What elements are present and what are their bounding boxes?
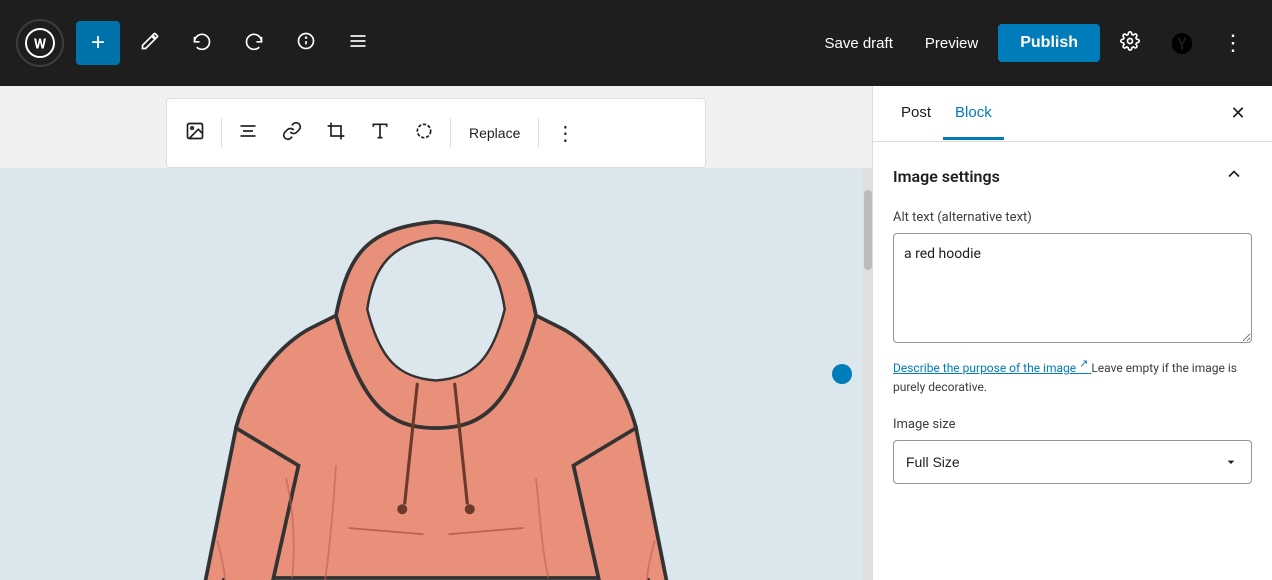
pen-tool-button[interactable] bbox=[128, 21, 172, 65]
info-icon bbox=[296, 31, 316, 56]
top-toolbar: W + Save draft Preview Publ bbox=[0, 0, 1272, 86]
list-icon bbox=[348, 31, 368, 56]
hoodie-image bbox=[186, 178, 686, 580]
undo-icon bbox=[192, 31, 212, 56]
toolbar-divider-1 bbox=[221, 118, 222, 148]
image-size-select[interactable]: Thumbnail Medium Large Full Size bbox=[893, 440, 1252, 484]
right-panel: Post Block ✕ Image settings bbox=[872, 86, 1272, 580]
replace-button[interactable]: Replace bbox=[457, 117, 532, 149]
image-canvas[interactable] bbox=[0, 168, 872, 580]
more-image-options-button[interactable]: ⋮ bbox=[545, 113, 585, 153]
image-size-label: Image size bbox=[893, 417, 1252, 432]
text-overlay-button[interactable] bbox=[360, 113, 400, 153]
link-icon bbox=[282, 121, 302, 146]
yoast-button[interactable]: 🅨 bbox=[1160, 21, 1204, 65]
resize-handle[interactable] bbox=[832, 364, 852, 384]
save-draft-button[interactable]: Save draft bbox=[812, 27, 904, 60]
external-link-icon: ↗ bbox=[1079, 357, 1088, 370]
scrollbar[interactable] bbox=[862, 168, 872, 580]
image-settings-title: Image settings bbox=[893, 167, 1000, 186]
selection-button[interactable] bbox=[404, 113, 444, 153]
close-icon: ✕ bbox=[1230, 103, 1245, 124]
more-options-button[interactable]: ⋮ bbox=[1212, 21, 1256, 65]
add-block-button[interactable]: + bbox=[76, 21, 120, 65]
ellipsis-icon: ⋮ bbox=[1222, 30, 1246, 56]
redo-icon bbox=[244, 31, 264, 56]
helper-link-text: Describe the purpose of the image bbox=[893, 361, 1076, 375]
link-button[interactable] bbox=[272, 113, 312, 153]
image-icon-button[interactable] bbox=[175, 113, 215, 153]
info-button[interactable] bbox=[284, 21, 328, 65]
replace-label: Replace bbox=[469, 125, 520, 141]
image-icon bbox=[185, 121, 205, 146]
chevron-up-icon bbox=[1224, 164, 1244, 189]
preview-button[interactable]: Preview bbox=[913, 27, 990, 60]
align-center-icon bbox=[238, 121, 258, 146]
alt-text-field-container: Alt text (alternative text) Describe the… bbox=[893, 210, 1252, 397]
pen-icon bbox=[140, 31, 160, 56]
main-area: Replace ⋮ bbox=[0, 86, 1272, 580]
plus-icon: + bbox=[91, 31, 105, 55]
crop-icon bbox=[326, 121, 346, 146]
crop-button[interactable] bbox=[316, 113, 356, 153]
svg-text:W: W bbox=[34, 36, 47, 52]
post-tab-label: Post bbox=[901, 104, 931, 121]
selection-icon bbox=[414, 121, 434, 146]
settings-button[interactable] bbox=[1108, 21, 1152, 65]
image-settings-header: Image settings bbox=[893, 158, 1252, 194]
gear-icon bbox=[1120, 31, 1140, 56]
list-view-button[interactable] bbox=[336, 21, 380, 65]
preview-label: Preview bbox=[925, 35, 978, 52]
alt-text-label: Alt text (alternative text) bbox=[893, 210, 1252, 225]
alt-text-input[interactable] bbox=[893, 233, 1252, 343]
panel-tabs: Post Block ✕ bbox=[873, 86, 1272, 142]
save-draft-label: Save draft bbox=[824, 35, 892, 52]
undo-button[interactable] bbox=[180, 21, 224, 65]
publish-label: Publish bbox=[1020, 34, 1078, 51]
block-tab-label: Block bbox=[955, 104, 992, 121]
more-vertical-icon: ⋮ bbox=[555, 121, 575, 146]
tab-block[interactable]: Block bbox=[943, 88, 1004, 140]
editor-area: Replace ⋮ bbox=[0, 86, 872, 580]
image-toolbar: Replace ⋮ bbox=[166, 98, 706, 168]
toolbar-divider-3 bbox=[538, 118, 539, 148]
wp-logo[interactable]: W bbox=[16, 19, 64, 67]
collapse-button[interactable] bbox=[1216, 158, 1252, 194]
tab-post[interactable]: Post bbox=[889, 88, 943, 140]
helper-link[interactable]: Describe the purpose of the image ↗ bbox=[893, 361, 1091, 375]
publish-button[interactable]: Publish bbox=[998, 24, 1100, 62]
scrollbar-thumb[interactable] bbox=[864, 190, 872, 270]
yoast-icon: 🅨 bbox=[1171, 27, 1193, 59]
helper-text: Describe the purpose of the image ↗ Leav… bbox=[893, 355, 1252, 397]
redo-button[interactable] bbox=[232, 21, 276, 65]
align-center-button[interactable] bbox=[228, 113, 268, 153]
toolbar-divider-2 bbox=[450, 118, 451, 148]
panel-content: Image settings Alt text (alternative tex… bbox=[873, 142, 1272, 580]
image-size-section: Image size Thumbnail Medium Large Full S… bbox=[893, 417, 1252, 484]
panel-close-button[interactable]: ✕ bbox=[1220, 96, 1256, 132]
text-overlay-icon bbox=[370, 121, 390, 146]
editor-scroll bbox=[0, 168, 872, 580]
